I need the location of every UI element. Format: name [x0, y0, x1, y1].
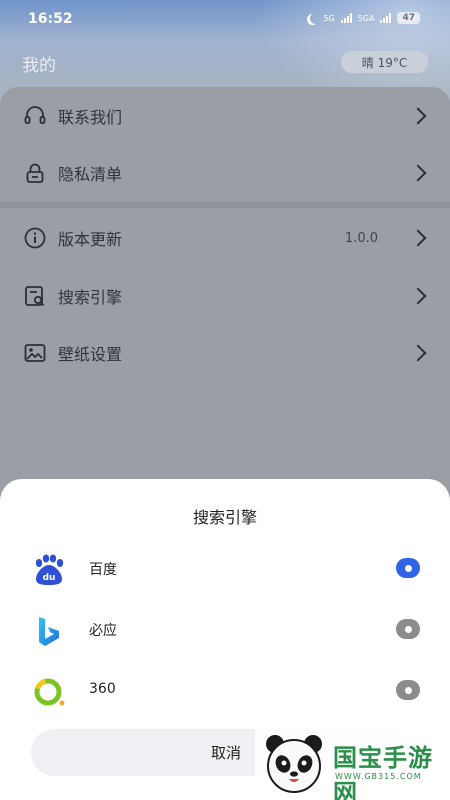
- menu-item-search-engine[interactable]: 搜索引擎: [0, 268, 450, 324]
- headset-icon: [24, 106, 46, 124]
- section-divider: [0, 202, 450, 208]
- weather-chip[interactable]: 晴 19°C: [341, 51, 428, 73]
- panda-logo-icon: [266, 735, 322, 793]
- signal-icon-2: [380, 13, 392, 23]
- site-watermark: 国宝手游网 WWW.GB315.COM: [255, 726, 450, 800]
- radio-bing[interactable]: [396, 619, 420, 639]
- do-not-disturb-icon: [310, 13, 321, 24]
- lock-icon: [26, 163, 44, 183]
- radio-baidu-selected[interactable]: [396, 558, 420, 578]
- sheet-title: 搜索引擎: [192, 508, 257, 527]
- bing-logo-icon: [39, 617, 59, 646]
- baidu-logo-icon: du: [35, 554, 64, 585]
- option-label-bing: 必应: [89, 623, 117, 639]
- menu-item-contact[interactable]: 联系我们: [0, 88, 450, 144]
- menu-item-privacy[interactable]: 隐私清单: [0, 145, 450, 201]
- search-engine-icon: [25, 286, 45, 307]
- radio-360[interactable]: [396, 680, 420, 700]
- option-360[interactable]: 360: [0, 666, 450, 716]
- menu-label-search-engine: 搜索引擎: [58, 288, 123, 307]
- page-title: 我的: [22, 56, 56, 76]
- menu-label-wallpaper: 壁纸设置: [58, 345, 123, 364]
- option-baidu[interactable]: du 百度: [0, 544, 450, 594]
- 360-logo-icon: [34, 678, 65, 706]
- option-label-360: 360: [89, 681, 116, 697]
- menu-item-version[interactable]: 版本更新 1.0.0: [0, 210, 450, 266]
- watermark-url: WWW.GB315.COM: [335, 772, 422, 781]
- version-value: 1.0.0: [344, 230, 378, 246]
- status-icons: 5G 5GA 47: [306, 12, 420, 24]
- status-time: 16:52: [28, 11, 73, 27]
- option-label-baidu: 百度: [89, 562, 117, 578]
- option-bing[interactable]: 必应: [0, 605, 450, 655]
- info-icon: [24, 227, 46, 249]
- menu-label-version: 版本更新: [58, 230, 123, 249]
- network-label-2: 5GA: [357, 13, 375, 23]
- battery-indicator: 47: [397, 12, 420, 24]
- status-bar: 16:52 5G 5GA 47: [0, 0, 450, 40]
- signal-icon: [340, 13, 352, 23]
- network-label-1: 5G: [323, 13, 335, 23]
- chevron-right-icon: [409, 164, 427, 182]
- chevron-right-icon: [409, 107, 427, 125]
- chevron-right-icon: [409, 344, 427, 362]
- wallpaper-icon: [24, 344, 46, 362]
- svg-text:du: du: [43, 573, 56, 583]
- menu-item-wallpaper[interactable]: 壁纸设置: [0, 325, 450, 381]
- menu-label-privacy: 隐私清单: [58, 165, 123, 184]
- watermark-text: 国宝手游网: [333, 744, 433, 800]
- menu-label-contact: 联系我们: [58, 108, 123, 127]
- chevron-right-icon: [409, 229, 427, 247]
- chevron-right-icon: [409, 287, 427, 305]
